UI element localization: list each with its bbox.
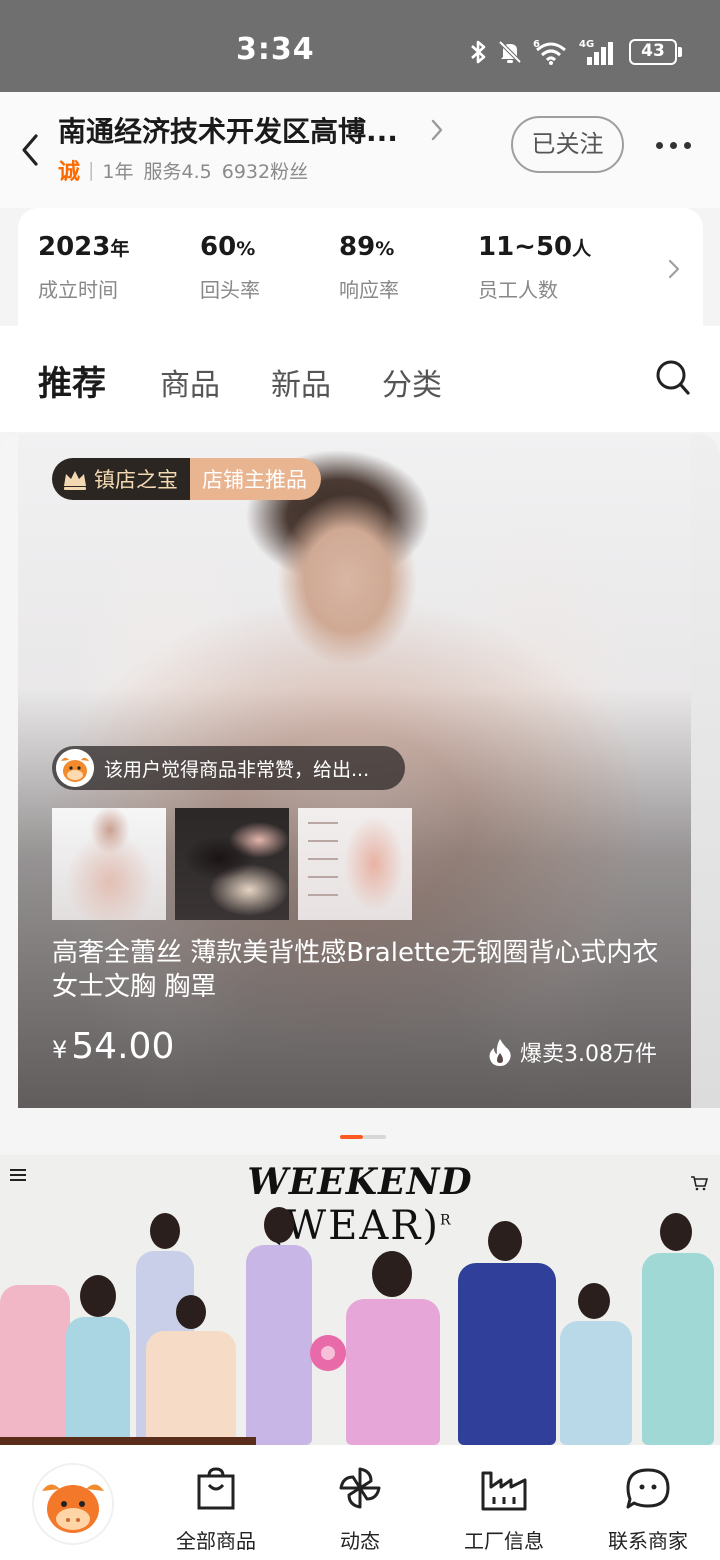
crown-icon [64, 471, 86, 490]
stat-repurchase-rate: 60% 回头率 [200, 232, 260, 302]
model-figure [636, 1213, 720, 1445]
product-thumbnail[interactable] [298, 808, 412, 920]
shop-stats-card[interactable]: 2023年 成立时间 60% 回头率 89% 响应率 11~50人 员工人数 [18, 208, 703, 326]
promo-banner[interactable]: WEEKEND (WEAR)R [0, 1155, 720, 1445]
shop-tabs: 推荐 商品 新品 分类 [0, 326, 720, 432]
mute-bell-icon [498, 40, 522, 64]
meta-divider: | [88, 159, 95, 181]
more-options-icon[interactable] [656, 142, 691, 149]
product-thumbnails [52, 808, 412, 920]
tab-recommend[interactable]: 推荐 [38, 356, 106, 405]
pinwheel-icon [339, 1467, 381, 1509]
shop-fans: 6932粉丝 [221, 160, 309, 183]
carousel-dot-active [340, 1135, 363, 1139]
mascot-avatar[interactable] [34, 1465, 112, 1543]
chevron-right-icon[interactable] [428, 116, 446, 144]
shop-treasure-badge: 镇店之宝 店铺主推品 [52, 458, 321, 500]
stat-response-rate: 89% 响应率 [339, 232, 399, 302]
nav-all-products[interactable]: 全部商品 [156, 1465, 276, 1554]
battery-indicator: 43 [629, 39, 682, 65]
product-title[interactable]: 高奢全蕾丝 薄款美背性感Bralette无钢圈背心式内衣女士文胸 胸罩 [52, 936, 662, 1004]
banner-title: WEEKEND [247, 1161, 473, 1203]
shop-name[interactable]: 南通经济技术开发区高博... [58, 110, 398, 150]
cheng-badge-icon: 诚 [58, 160, 81, 185]
product-thumbnail[interactable] [175, 808, 289, 920]
svg-text:4G: 4G [579, 39, 594, 50]
sales-count: 爆卖3.08万件 [486, 1036, 657, 1068]
back-arrow-icon[interactable] [16, 130, 44, 170]
model-figure [240, 1207, 320, 1445]
badge-treasure-label: 镇店之宝 [94, 468, 178, 492]
battery-level: 43 [629, 39, 677, 65]
model-figure [556, 1283, 636, 1445]
model-figure [140, 1295, 240, 1445]
wifi-icon: 6 [533, 39, 566, 65]
tab-new-arrivals[interactable]: 新品 [271, 360, 331, 404]
search-icon[interactable] [655, 359, 691, 397]
model-figure [452, 1213, 562, 1445]
nav-contact-merchant[interactable]: 联系商家 [588, 1465, 708, 1554]
nav-factory-info[interactable]: 工厂信息 [444, 1465, 564, 1554]
nav-feed[interactable]: 动态 [300, 1465, 420, 1554]
product-thumbnail[interactable] [52, 808, 166, 920]
carousel-indicator [340, 1135, 386, 1139]
bluetooth-icon [471, 40, 486, 64]
shop-meta: 诚 | 1年 服务4.5 6932粉丝 [58, 154, 318, 186]
cellular-signal-icon: 4G [579, 39, 613, 65]
status-icons: 6 4G 43 [469, 38, 682, 66]
stat-staff-count: 11~50人 员工人数 [478, 232, 592, 302]
sales-label: 爆卖3.08万件 [520, 1042, 657, 1067]
review-snippet[interactable]: 该用户觉得商品非常赞，给出... [52, 746, 405, 790]
tab-products[interactable]: 商品 [160, 360, 220, 404]
product-price: ¥54.00 [52, 1026, 175, 1067]
factory-icon [481, 1471, 527, 1511]
badge-recommended-label: 店铺主推品 [190, 458, 321, 500]
next-slide-peek [691, 434, 720, 1108]
stat-founded: 2023年 成立时间 [38, 232, 130, 302]
carousel-dot [363, 1135, 386, 1139]
reviewer-avatar [56, 749, 94, 787]
shop-service-score: 服务4.5 [143, 160, 212, 183]
chevron-right-icon[interactable] [667, 258, 681, 280]
status-time: 3:34 [236, 32, 315, 67]
shop-header: 南通经济技术开发区高博... 诚 | 1年 服务4.5 6932粉丝 已关注 [0, 92, 720, 208]
banner-subtitle: (WEAR)R [267, 1203, 453, 1249]
banner-strip [0, 1437, 256, 1445]
bottom-navigation: 全部商品 动态 工厂信息 联系商家 [0, 1445, 720, 1560]
tab-categories[interactable]: 分类 [382, 360, 442, 404]
model-figure [338, 1251, 448, 1445]
shopping-bag-icon [197, 1467, 235, 1510]
featured-product-card[interactable]: 镇店之宝 店铺主推品 该用户觉得商品非常赞，给出... 高奢全蕾丝 薄款美背性感… [0, 434, 720, 1150]
review-text: 该用户觉得商品非常赞，给出... [104, 758, 370, 781]
fire-icon [489, 1039, 511, 1066]
chat-bubble-icon [626, 1468, 670, 1509]
model-figure [0, 1255, 130, 1445]
status-bar: 3:34 6 4G 43 [0, 0, 720, 92]
shop-years: 1年 [102, 160, 134, 183]
follow-button[interactable]: 已关注 [511, 116, 624, 173]
